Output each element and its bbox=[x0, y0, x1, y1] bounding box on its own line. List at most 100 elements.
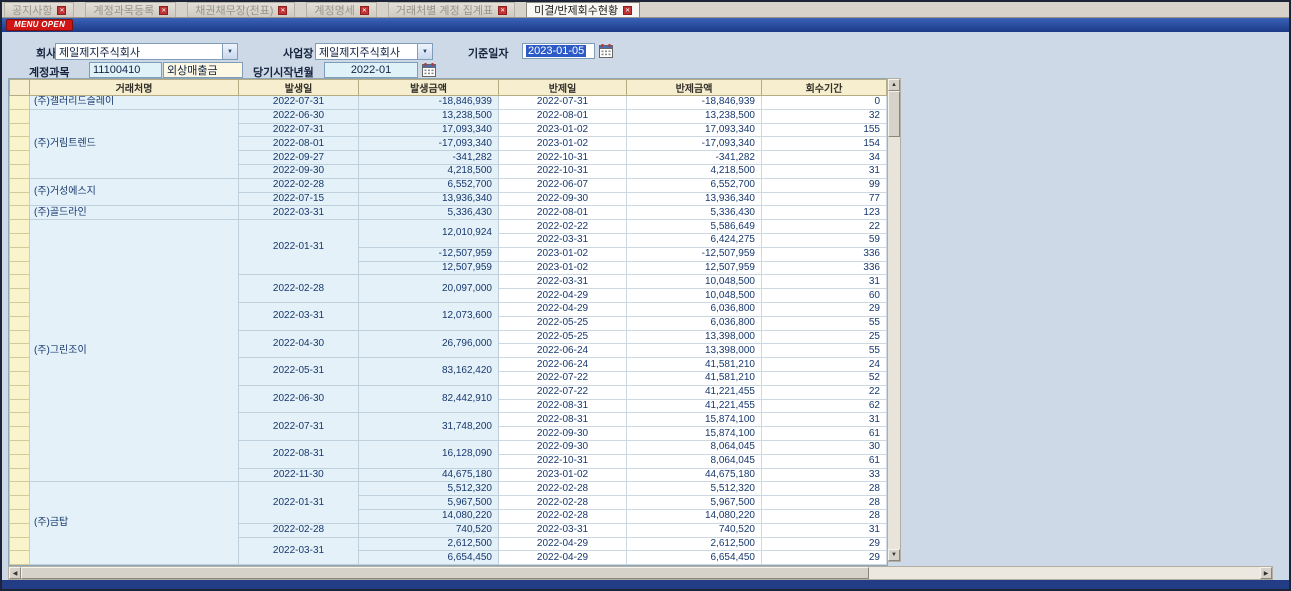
period-cell[interactable]: 60 bbox=[762, 289, 887, 303]
customer-cell[interactable]: (주)골드라인 bbox=[30, 206, 239, 220]
settle-date-cell[interactable]: 2022-03-31 bbox=[499, 233, 627, 247]
settle-date-cell[interactable]: 2022-02-28 bbox=[499, 496, 627, 510]
scroll-left-button[interactable]: ◀ bbox=[9, 567, 21, 579]
scroll-right-button[interactable]: ▶ bbox=[1260, 567, 1272, 579]
row-selector[interactable] bbox=[10, 178, 30, 192]
settle-amount-cell[interactable]: 41,221,455 bbox=[627, 399, 762, 413]
settle-date-cell[interactable]: 2023-01-02 bbox=[499, 123, 627, 137]
occur-amount-cell[interactable]: 17,093,340 bbox=[359, 123, 499, 137]
base-date-input[interactable]: 2023-01-05 bbox=[522, 43, 595, 59]
occur-date-cell[interactable]: 2022-04-30 bbox=[239, 330, 359, 358]
vertical-scrollbar[interactable]: ▲ ▼ bbox=[887, 78, 901, 562]
scroll-up-button[interactable]: ▲ bbox=[888, 79, 900, 91]
settle-date-cell[interactable]: 2022-06-07 bbox=[499, 178, 627, 192]
period-cell[interactable]: 33 bbox=[762, 468, 887, 482]
settle-date-cell[interactable]: 2022-04-29 bbox=[499, 302, 627, 316]
occur-amount-cell[interactable]: 16,128,090 bbox=[359, 440, 499, 468]
row-selector[interactable] bbox=[10, 316, 30, 330]
site-select[interactable]: 제일제지주식회사 ▼ bbox=[315, 43, 433, 60]
occur-amount-cell[interactable]: 83,162,420 bbox=[359, 358, 499, 386]
account-name-field[interactable]: 외상매출금 bbox=[163, 62, 243, 78]
period-cell[interactable]: 123 bbox=[762, 206, 887, 220]
settle-date-cell[interactable]: 2022-06-24 bbox=[499, 358, 627, 372]
row-selector[interactable] bbox=[10, 496, 30, 510]
occur-date-cell[interactable]: 2022-07-31 bbox=[239, 96, 359, 110]
chevron-down-icon[interactable]: ▼ bbox=[417, 44, 432, 59]
period-cell[interactable]: 52 bbox=[762, 371, 887, 385]
row-selector[interactable] bbox=[10, 523, 30, 537]
settle-amount-cell[interactable]: 6,424,275 bbox=[627, 233, 762, 247]
horizontal-scrollbar[interactable]: ◀ ▶ bbox=[8, 566, 1273, 580]
settle-date-cell[interactable]: 2023-01-02 bbox=[499, 468, 627, 482]
period-cell[interactable]: 31 bbox=[762, 413, 887, 427]
chevron-down-icon[interactable]: ▼ bbox=[222, 44, 237, 59]
settle-date-cell[interactable]: 2022-03-31 bbox=[499, 523, 627, 537]
settle-amount-cell[interactable]: 740,520 bbox=[627, 523, 762, 537]
settle-date-cell[interactable]: 2022-05-25 bbox=[499, 330, 627, 344]
settle-date-cell[interactable]: 2022-07-22 bbox=[499, 385, 627, 399]
occur-amount-cell[interactable]: 13,936,340 bbox=[359, 192, 499, 206]
settle-amount-cell[interactable]: -17,093,340 bbox=[627, 137, 762, 151]
period-cell[interactable]: 31 bbox=[762, 523, 887, 537]
period-cell[interactable]: 24 bbox=[762, 358, 887, 372]
settle-date-cell[interactable]: 2022-07-31 bbox=[499, 96, 627, 110]
occur-date-cell[interactable]: 2022-02-28 bbox=[239, 523, 359, 537]
company-select[interactable]: 제일제지주식회사 ▼ bbox=[55, 43, 238, 60]
settle-amount-cell[interactable]: 6,036,800 bbox=[627, 316, 762, 330]
row-selector[interactable] bbox=[10, 151, 30, 165]
settle-amount-cell[interactable]: 41,581,210 bbox=[627, 371, 762, 385]
settle-amount-cell[interactable]: 13,936,340 bbox=[627, 192, 762, 206]
period-cell[interactable]: 155 bbox=[762, 123, 887, 137]
calendar-icon[interactable] bbox=[422, 63, 436, 77]
settle-date-cell[interactable]: 2023-01-02 bbox=[499, 247, 627, 261]
occur-date-cell[interactable]: 2022-02-28 bbox=[239, 178, 359, 192]
tab-close-icon[interactable]: ✕ bbox=[360, 6, 369, 15]
period-cell[interactable]: 77 bbox=[762, 192, 887, 206]
settle-date-cell[interactable]: 2022-02-22 bbox=[499, 220, 627, 234]
row-selector[interactable] bbox=[10, 289, 30, 303]
occur-amount-cell[interactable]: 44,675,180 bbox=[359, 468, 499, 482]
settle-amount-cell[interactable]: 13,398,000 bbox=[627, 344, 762, 358]
occur-date-cell[interactable]: 2022-01-31 bbox=[239, 482, 359, 523]
account-code-input[interactable]: 11100410 bbox=[89, 62, 162, 78]
period-cell[interactable]: 28 bbox=[762, 509, 887, 523]
occur-date-cell[interactable]: 2022-06-30 bbox=[239, 109, 359, 123]
settle-amount-cell[interactable]: 15,874,100 bbox=[627, 413, 762, 427]
tab-item[interactable]: 채권채무장(전표)✕ bbox=[187, 2, 295, 17]
tab-close-icon[interactable]: ✕ bbox=[278, 6, 287, 15]
row-selector[interactable] bbox=[10, 109, 30, 123]
period-cell[interactable]: 29 bbox=[762, 551, 887, 565]
occur-date-cell[interactable]: 2022-08-31 bbox=[239, 440, 359, 468]
tab-item[interactable]: 미결/반제회수현황✕ bbox=[526, 2, 640, 17]
occur-amount-cell[interactable]: 4,218,500 bbox=[359, 164, 499, 178]
occur-date-cell[interactable]: 2022-09-27 bbox=[239, 151, 359, 165]
period-cell[interactable]: 28 bbox=[762, 482, 887, 496]
occur-amount-cell[interactable]: -18,846,939 bbox=[359, 96, 499, 110]
customer-cell[interactable]: (주)거성에스지 bbox=[30, 178, 239, 206]
occur-amount-cell[interactable]: 740,520 bbox=[359, 523, 499, 537]
occur-date-cell[interactable]: 2022-09-30 bbox=[239, 164, 359, 178]
row-selector[interactable] bbox=[10, 482, 30, 496]
settle-date-cell[interactable]: 2022-08-31 bbox=[499, 399, 627, 413]
occur-amount-cell[interactable]: 12,073,600 bbox=[359, 302, 499, 330]
occur-amount-cell[interactable]: 5,512,320 bbox=[359, 482, 499, 496]
row-selector[interactable] bbox=[10, 192, 30, 206]
tab-close-icon[interactable]: ✕ bbox=[159, 6, 168, 15]
settle-date-cell[interactable]: 2022-10-31 bbox=[499, 151, 627, 165]
occur-date-cell[interactable]: 2022-01-31 bbox=[239, 220, 359, 275]
row-selector[interactable] bbox=[10, 399, 30, 413]
settle-date-cell[interactable]: 2022-09-30 bbox=[499, 192, 627, 206]
occur-amount-cell[interactable]: 12,010,924 bbox=[359, 220, 499, 248]
tab-item[interactable]: 거래처별 계정 집계표✕ bbox=[388, 2, 515, 17]
period-cell[interactable]: 31 bbox=[762, 164, 887, 178]
row-selector[interactable] bbox=[10, 537, 30, 551]
tab-item[interactable]: 공지사항✕ bbox=[4, 2, 74, 17]
settle-amount-cell[interactable]: 13,238,500 bbox=[627, 109, 762, 123]
occur-date-cell[interactable]: 2022-03-31 bbox=[239, 206, 359, 220]
occur-amount-cell[interactable]: 20,097,000 bbox=[359, 275, 499, 303]
row-selector[interactable] bbox=[10, 123, 30, 137]
row-selector[interactable] bbox=[10, 371, 30, 385]
occur-amount-cell[interactable]: 6,552,700 bbox=[359, 178, 499, 192]
row-selector[interactable] bbox=[10, 509, 30, 523]
row-selector[interactable] bbox=[10, 137, 30, 151]
